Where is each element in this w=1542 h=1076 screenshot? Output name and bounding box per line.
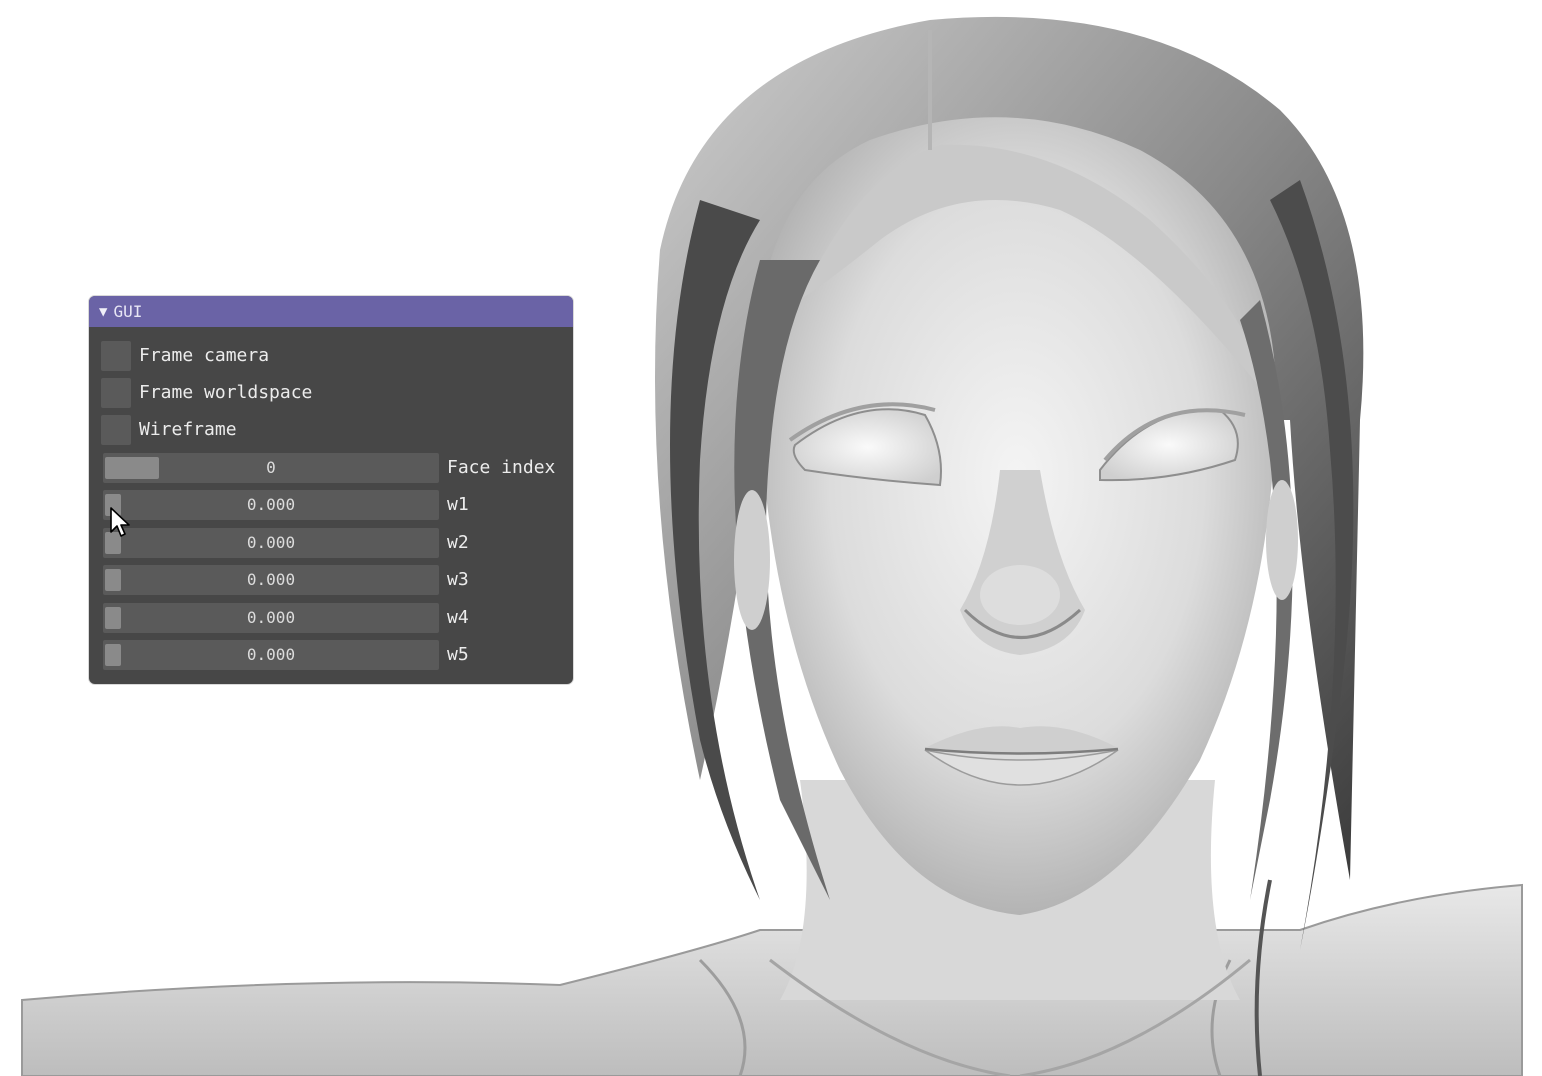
slider-value: 0.000 [246,533,296,552]
checkbox-row-frame-worldspace[interactable]: Frame worldspace [89,378,573,408]
slider-label: w4 [447,607,469,628]
w1-slider[interactable]: 0.000 [103,490,439,520]
gui-title: GUI [113,302,143,321]
w4-slider[interactable]: 0.000 [103,603,439,633]
slider-label: w2 [447,532,469,553]
frame-worldspace-checkbox[interactable] [101,378,131,408]
slider-value: 0.000 [246,608,296,627]
w5-slider[interactable]: 0.000 [103,640,439,670]
gui-window[interactable]: ▼ GUI Frame camera Frame worldspace Wire… [89,296,573,684]
w3-slider[interactable]: 0.000 [103,565,439,595]
gui-titlebar[interactable]: ▼ GUI [89,296,573,327]
slider-row-w3[interactable]: 0.000 w3 [89,565,573,595]
slider-label: w1 [447,494,469,515]
frame-camera-checkbox[interactable] [101,341,131,371]
slider-value: 0.000 [246,495,296,514]
checkbox-row-wireframe[interactable]: Wireframe [89,415,573,445]
wireframe-checkbox[interactable] [101,415,131,445]
slider-label: Face index [447,457,556,478]
slider-row-face-index[interactable]: 0 Face index [89,453,573,483]
slider-value: 0.000 [246,570,296,589]
face-index-slider[interactable]: 0 [103,453,439,483]
slider-row-w5[interactable]: 0.000 w5 [89,640,573,670]
w2-slider[interactable]: 0.000 [103,528,439,558]
triangle-down-icon[interactable]: ▼ [99,304,107,320]
frame-camera-label: Frame camera [139,345,270,366]
slider-row-w1[interactable]: 0.000 w1 [89,490,573,520]
frame-worldspace-label: Frame worldspace [139,382,313,403]
slider-row-w2[interactable]: 0.000 w2 [89,528,573,558]
slider-label: w5 [447,644,469,665]
slider-row-w4[interactable]: 0.000 w4 [89,603,573,633]
slider-value: 0.000 [246,645,296,664]
wireframe-label: Wireframe [139,419,237,440]
slider-label: w3 [447,569,469,590]
arrow-cursor-icon [110,507,130,537]
checkbox-row-frame-camera[interactable]: Frame camera [89,341,573,371]
slider-value: 0 [266,458,276,477]
